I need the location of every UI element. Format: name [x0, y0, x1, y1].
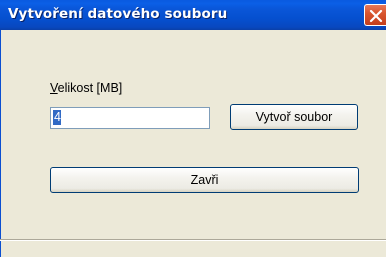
- size-value-text: 4: [54, 110, 61, 124]
- create-file-button[interactable]: Vytvoř soubor: [230, 104, 358, 130]
- title-bar[interactable]: Vytvoření datového souboru: [0, 0, 386, 30]
- close-icon: [369, 9, 383, 23]
- dialog-body: [0, 30, 386, 257]
- size-label-accelerator: V: [50, 81, 58, 95]
- window-title: Vytvoření datového souboru: [8, 6, 228, 22]
- close-button[interactable]: Zavři: [50, 167, 359, 193]
- bottom-divider-highlight: [0, 240, 386, 241]
- size-label-text: elikost [MB]: [57, 81, 123, 95]
- size-label: Velikost [MB]: [50, 81, 122, 95]
- size-input[interactable]: [50, 107, 210, 129]
- close-window-button[interactable]: [364, 4, 386, 26]
- dialog-window: Vytvoření datového souboru Velikost [MB]…: [0, 0, 386, 257]
